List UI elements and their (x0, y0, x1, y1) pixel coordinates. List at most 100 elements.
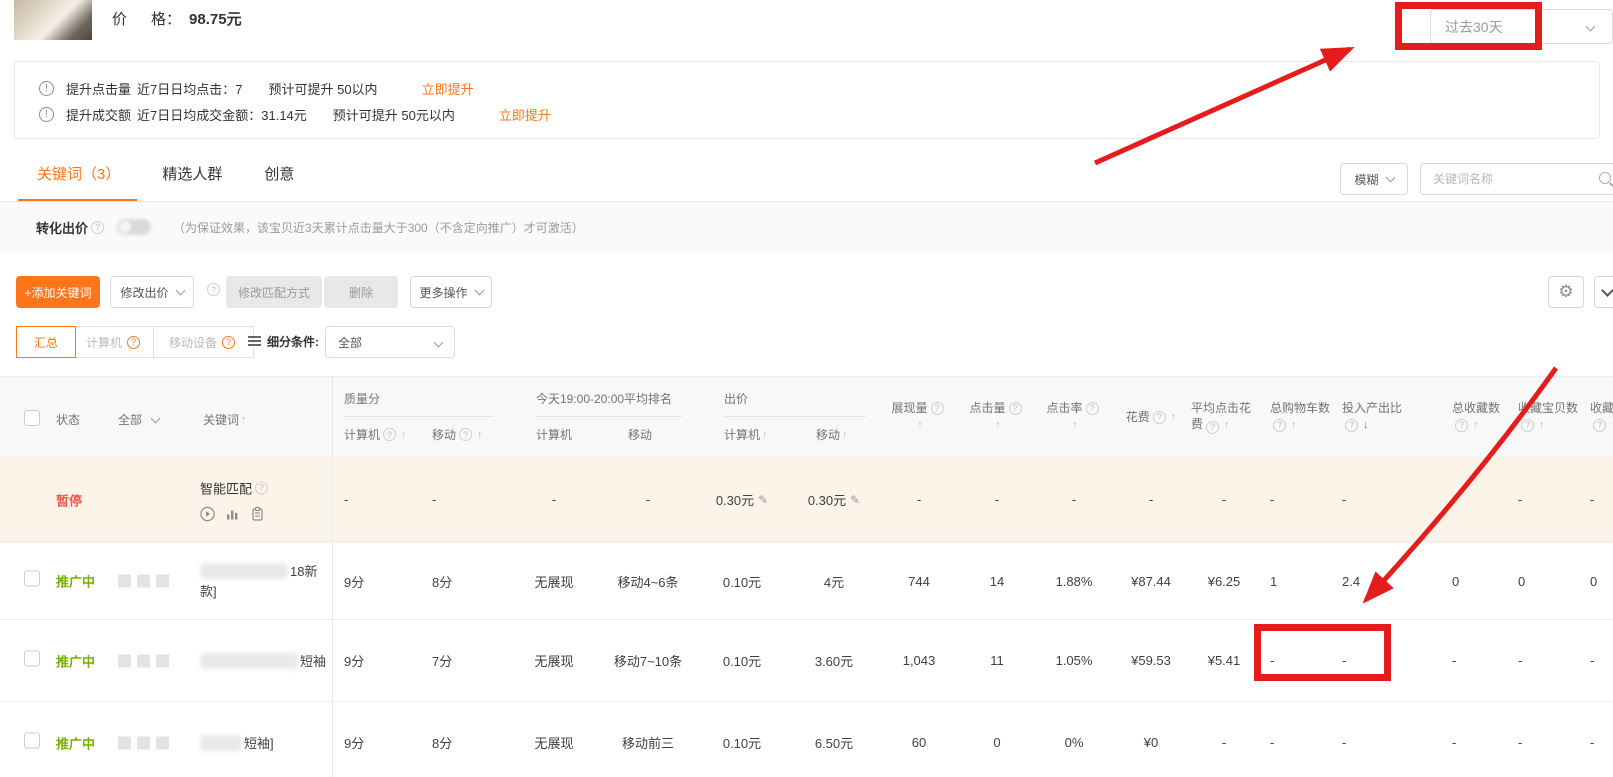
date-range-select[interactable]: 过去30天 (1430, 9, 1613, 44)
col-header-avg-cost[interactable]: 平均点击花费?↑ (1190, 377, 1258, 457)
tab-audience[interactable]: 精选人群 (162, 163, 222, 184)
col-header-quality-pc[interactable]: 计算机?↑ (332, 426, 420, 443)
help-icon[interactable]: ? (91, 221, 104, 234)
date-range-value: 过去30天 (1445, 17, 1503, 37)
segment-condition: 细分条件: (248, 333, 319, 350)
table-cell: - (1330, 620, 1440, 701)
delete-button[interactable]: 删除 (324, 276, 398, 308)
conversion-bid-toggle[interactable] (117, 219, 151, 235)
keyword-cell[interactable]: 短袖] (200, 733, 274, 753)
row-checkbox[interactable] (24, 571, 40, 587)
col-header-bid-pc[interactable]: 计算机↑ (696, 426, 788, 443)
table-cell: 2.4 (1330, 543, 1440, 619)
help-icon: ? (1153, 411, 1166, 424)
play-circle-icon[interactable] (200, 506, 215, 521)
table-row: 推广中 短袖 9分 7分 无展现 移动7~10条 0.10元 3.60元 1,0… (0, 620, 1613, 702)
download-button[interactable] (1594, 276, 1613, 308)
table-cell: - (1112, 457, 1190, 542)
device-tab-mobile[interactable]: 移动设备? (154, 326, 254, 358)
table-cell: 1.88% (1036, 543, 1112, 619)
table-cell: ¥59.53 (1112, 620, 1190, 701)
table-cell: ¥6.25 (1190, 543, 1258, 619)
clipboard-icon[interactable] (250, 506, 265, 521)
download-icon (1601, 284, 1613, 297)
column-settings-button[interactable]: ⚙ (1548, 276, 1584, 308)
select-all-checkbox[interactable] (24, 410, 40, 426)
edit-pencil-icon[interactable]: ✎ (758, 493, 768, 507)
col-header-fav[interactable]: 总收藏数 ?↑ (1440, 377, 1506, 457)
col-header-roi[interactable]: 投入产出比 ?↓ (1330, 377, 1440, 457)
row-checkbox[interactable] (24, 650, 40, 666)
help-icon: ? (1086, 402, 1099, 415)
bid-cell-pc[interactable]: 0.10元 (696, 620, 788, 701)
main-tabs: 关键词（3） 精选人群 创意 (37, 163, 336, 184)
table-cell: - (1582, 702, 1613, 777)
col-header-bid-mobile[interactable]: 移动↑ (788, 426, 880, 443)
table-cell: - (1506, 457, 1582, 542)
edit-match-type-button[interactable]: 修改匹配方式 (226, 276, 322, 308)
chevron-down-icon (474, 286, 484, 296)
table-cell: 0 (958, 702, 1036, 777)
boost-now-link[interactable]: 立即提升 (422, 79, 474, 98)
help-icon[interactable]: ? (255, 481, 268, 494)
chevron-down-icon (175, 286, 185, 296)
col-header-cost[interactable]: 花费?↑ (1112, 377, 1190, 457)
col-header-clicks[interactable]: 点击量? ↑ (958, 377, 1036, 457)
status-filter-dropdown[interactable]: 全部 (118, 411, 159, 428)
keywords-table: 状态 全部 关键词↑ 质量分 计算机?↑ 移动?↑ 今天19:00-20: (0, 376, 1613, 777)
table-cell: - (1258, 457, 1330, 542)
help-icon[interactable]: ? (207, 283, 220, 296)
col-header-cart[interactable]: 总购物车数 ?↑ (1258, 377, 1330, 457)
keyword-promotion-page: 价格：98.75元 过去30天 ! 提升点击量 近7日日均点击：7 预计可提升 … (0, 0, 1613, 777)
table-cell: 无展现 (508, 620, 600, 701)
help-icon: ? (931, 402, 944, 415)
col-header-ctr[interactable]: 点击率? ↑ (1036, 377, 1112, 457)
device-tab-summary[interactable]: 汇总 (16, 326, 76, 358)
info-icon: ! (39, 81, 54, 96)
table-cell: - (1258, 620, 1330, 701)
add-keyword-button[interactable]: +添加关键词 (16, 276, 100, 308)
search-icon[interactable] (1599, 172, 1611, 184)
bid-cell-mobile[interactable]: 3.60元 (788, 620, 880, 701)
table-cell: - (1330, 702, 1440, 777)
keyword-cell[interactable]: 短袖 (200, 651, 326, 671)
sort-asc-icon: ↑ (1291, 417, 1297, 434)
col-header-fav-cut[interactable]: 收藏 ?↑ (1582, 377, 1613, 457)
col-header-fav-items[interactable]: 收藏宝贝数 ?↑ (1506, 377, 1582, 457)
col-header-status: 状态 (56, 411, 80, 428)
tab-keywords[interactable]: 关键词（3） (37, 163, 120, 184)
bid-cell-pc[interactable]: 0.30元✎ (696, 457, 788, 542)
product-thumbnail[interactable] (14, 0, 92, 40)
bid-cell-pc[interactable]: 0.10元 (696, 543, 788, 619)
row-checkbox[interactable] (24, 732, 40, 748)
keyword-cell[interactable]: 18新款] (200, 561, 332, 601)
alert-title: 提升成交额 (66, 105, 131, 124)
table-cell: - (1258, 702, 1330, 777)
table-cell: ¥87.44 (1112, 543, 1190, 619)
bid-cell-mobile[interactable]: 4元 (788, 543, 880, 619)
table-cell: - (880, 457, 958, 542)
edit-bid-button[interactable]: 修改出价 (110, 276, 194, 308)
bid-cell-mobile[interactable]: 6.50元 (788, 702, 880, 777)
col-header-keyword[interactable]: 关键词↑ (203, 411, 247, 428)
table-cell: - (1190, 457, 1258, 542)
device-tab-pc[interactable]: 计算机? (76, 326, 154, 358)
tab-creative[interactable]: 创意 (264, 163, 294, 184)
sort-asc-icon: ↑ (1224, 419, 1230, 431)
redacted-keyword (200, 735, 242, 751)
bar-chart-icon[interactable] (225, 506, 240, 521)
table-cell: 无展现 (508, 543, 600, 619)
keyword-search-input[interactable] (1433, 164, 1593, 194)
fuzzy-match-select[interactable]: 模糊 (1340, 163, 1408, 195)
more-actions-button[interactable]: 更多操作 (410, 276, 492, 308)
sort-asc-icon: ↑ (1473, 417, 1479, 434)
table-cell: - (1440, 457, 1506, 542)
bid-cell-pc[interactable]: 0.10元 (696, 702, 788, 777)
col-header-impressions[interactable]: 展现量? ↑ (880, 377, 958, 457)
table-cell: 1,043 (880, 620, 958, 701)
col-header-quality-mobile[interactable]: 移动?↑ (420, 426, 508, 443)
boost-now-link[interactable]: 立即提升 (499, 105, 551, 124)
segment-filter-select[interactable]: 全部 (325, 326, 455, 358)
bid-cell-mobile[interactable]: 0.30元✎ (788, 457, 880, 542)
edit-pencil-icon[interactable]: ✎ (850, 493, 860, 507)
